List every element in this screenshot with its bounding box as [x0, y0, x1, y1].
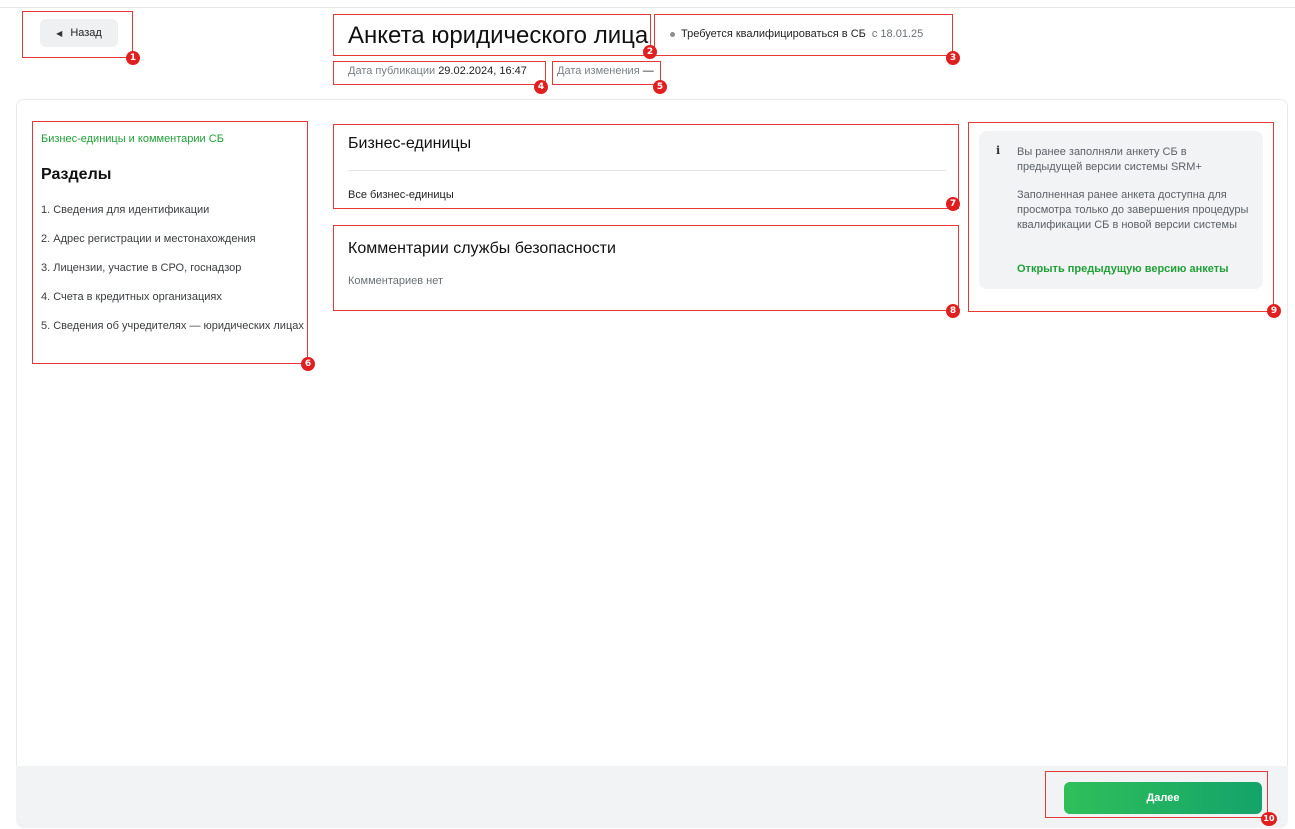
sidebar-item-address[interactable]: 2. Адрес регистрации и местонахождения: [41, 232, 306, 247]
marker-9: 9: [1267, 304, 1281, 318]
back-arrow-icon: ◀: [56, 28, 63, 38]
back-button[interactable]: ◀ Назад: [40, 19, 118, 47]
next-button[interactable]: Далее: [1064, 782, 1262, 814]
info-icon: i: [996, 144, 1001, 157]
marker-10: 10: [1261, 812, 1277, 826]
business-units-divider: [348, 170, 946, 171]
next-button-label: Далее: [1146, 792, 1180, 804]
marker-1: 1: [126, 51, 140, 65]
status-dot-icon: [670, 31, 675, 37]
status-badge: Требуется квалифицироваться в СБ с 18.01…: [660, 20, 933, 48]
security-comments-value: Комментариев нет: [348, 275, 444, 287]
business-units-title: Бизнес-единицы: [348, 135, 472, 152]
status-since: с 18.01.25: [871, 28, 924, 40]
sidebar-item-identification[interactable]: 1. Сведения для идентификации: [41, 203, 306, 218]
modified-date: Дата изменения —: [557, 65, 654, 77]
published-value: 29.02.2024, 16:47: [438, 65, 527, 77]
business-units-value: Все бизнес-единицы: [348, 189, 454, 201]
sidebar-item-accounts[interactable]: 4. Счета в кредитных организациях: [41, 290, 306, 305]
marker-6: 6: [301, 357, 315, 371]
info-text-availability: Заполненная ранее анкета доступна для пр…: [1017, 189, 1249, 231]
open-previous-version-link[interactable]: Открыть предыдущую версию анкеты: [1017, 263, 1229, 275]
page-title: Анкета юридического лица: [348, 22, 649, 49]
app-root: ◀ Назад Анкета юридического лица Требует…: [0, 0, 1295, 829]
sections-heading: Разделы: [41, 166, 112, 183]
info-text-previous-version: Вы ранее заполняли анкету СБ в предыдуще…: [1017, 146, 1202, 173]
sidebar-item-licenses[interactable]: 3. Лицензии, участие в СРО, госнадзор: [41, 261, 306, 276]
back-button-label: Назад: [70, 27, 102, 39]
security-comments-title: Комментарии службы безопасности: [348, 240, 616, 257]
modified-label: Дата изменения: [557, 65, 640, 77]
marker-7: 7: [946, 197, 960, 211]
sidebar-item-founders[interactable]: 5. Сведения об учредителях — юридических…: [41, 319, 306, 334]
marker-2: 2: [643, 45, 657, 59]
status-text: Требуется квалифицироваться в СБ: [681, 28, 866, 40]
sidebar-link-business-units[interactable]: Бизнес-единицы и комментарии СБ: [41, 133, 224, 145]
published-label: Дата публикации: [348, 65, 436, 77]
marker-3: 3: [946, 51, 960, 65]
marker-5: 5: [653, 80, 667, 94]
sections-list: 1. Сведения для идентификации 2. Адрес р…: [41, 203, 306, 348]
marker-8: 8: [946, 304, 960, 318]
modified-value: —: [642, 65, 654, 77]
marker-4: 4: [534, 80, 548, 94]
top-divider: [0, 7, 1295, 8]
published-date: Дата публикации 29.02.2024, 16:47: [348, 65, 527, 77]
